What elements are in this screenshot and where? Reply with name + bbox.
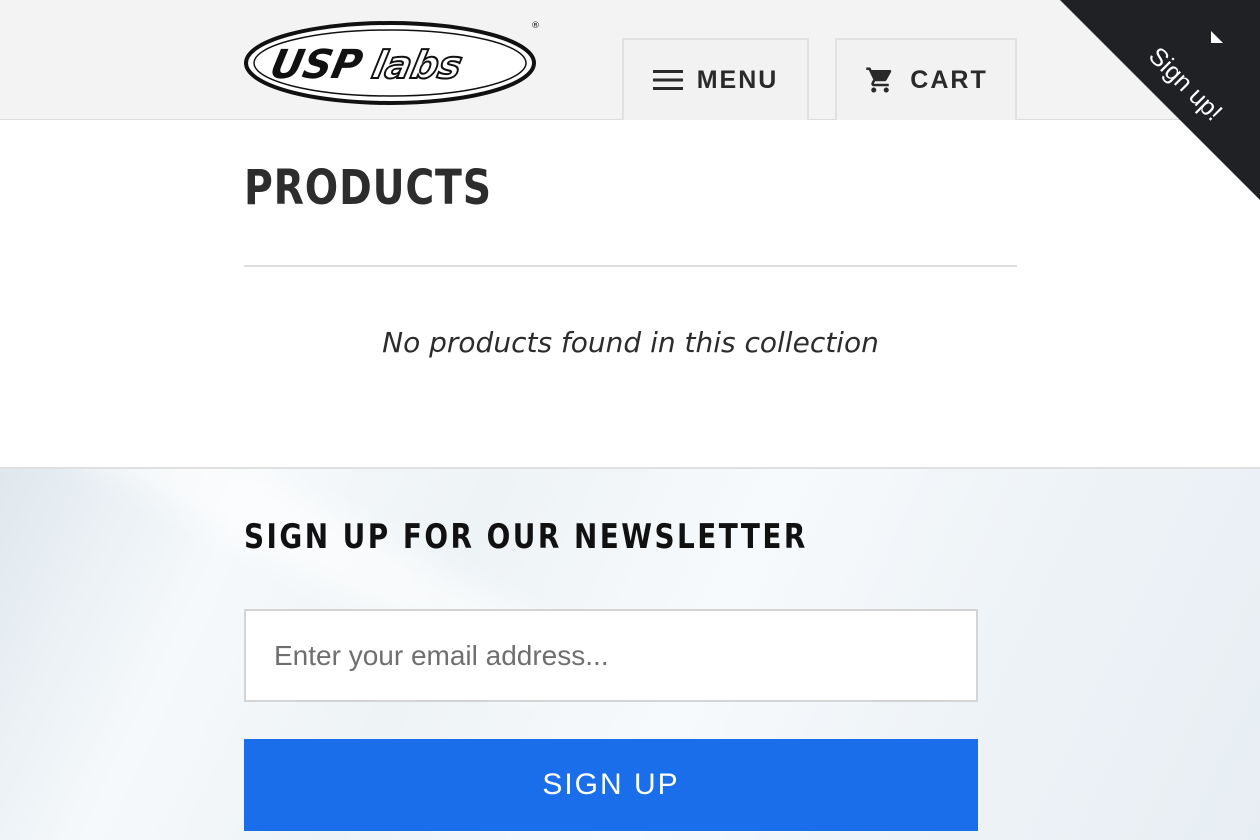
svg-text:labs: labs <box>368 43 466 88</box>
signup-button[interactable]: SIGN UP <box>244 739 978 831</box>
cart-label: CART <box>910 65 988 94</box>
empty-collection-message: No products found in this collection <box>382 326 879 359</box>
page-title: PRODUCTS <box>244 160 492 216</box>
title-divider <box>244 265 1017 267</box>
cart-button[interactable]: CART <box>835 38 1017 120</box>
newsletter-section: SIGN UP FOR OUR NEWSLETTER SIGN UP <box>0 467 1260 840</box>
menu-label: MENU <box>696 65 779 94</box>
registered-mark: ® <box>531 21 540 31</box>
menu-button[interactable]: MENU <box>622 38 809 120</box>
svg-text:USP: USP <box>266 40 367 87</box>
hamburger-icon <box>652 69 683 91</box>
newsletter-title: SIGN UP FOR OUR NEWSLETTER <box>244 517 808 557</box>
cart-icon <box>864 65 896 95</box>
email-field[interactable] <box>244 609 978 702</box>
usplabs-logo[interactable]: USP labs ® <box>243 18 543 108</box>
signup-corner-ribbon[interactable] <box>1060 0 1260 200</box>
